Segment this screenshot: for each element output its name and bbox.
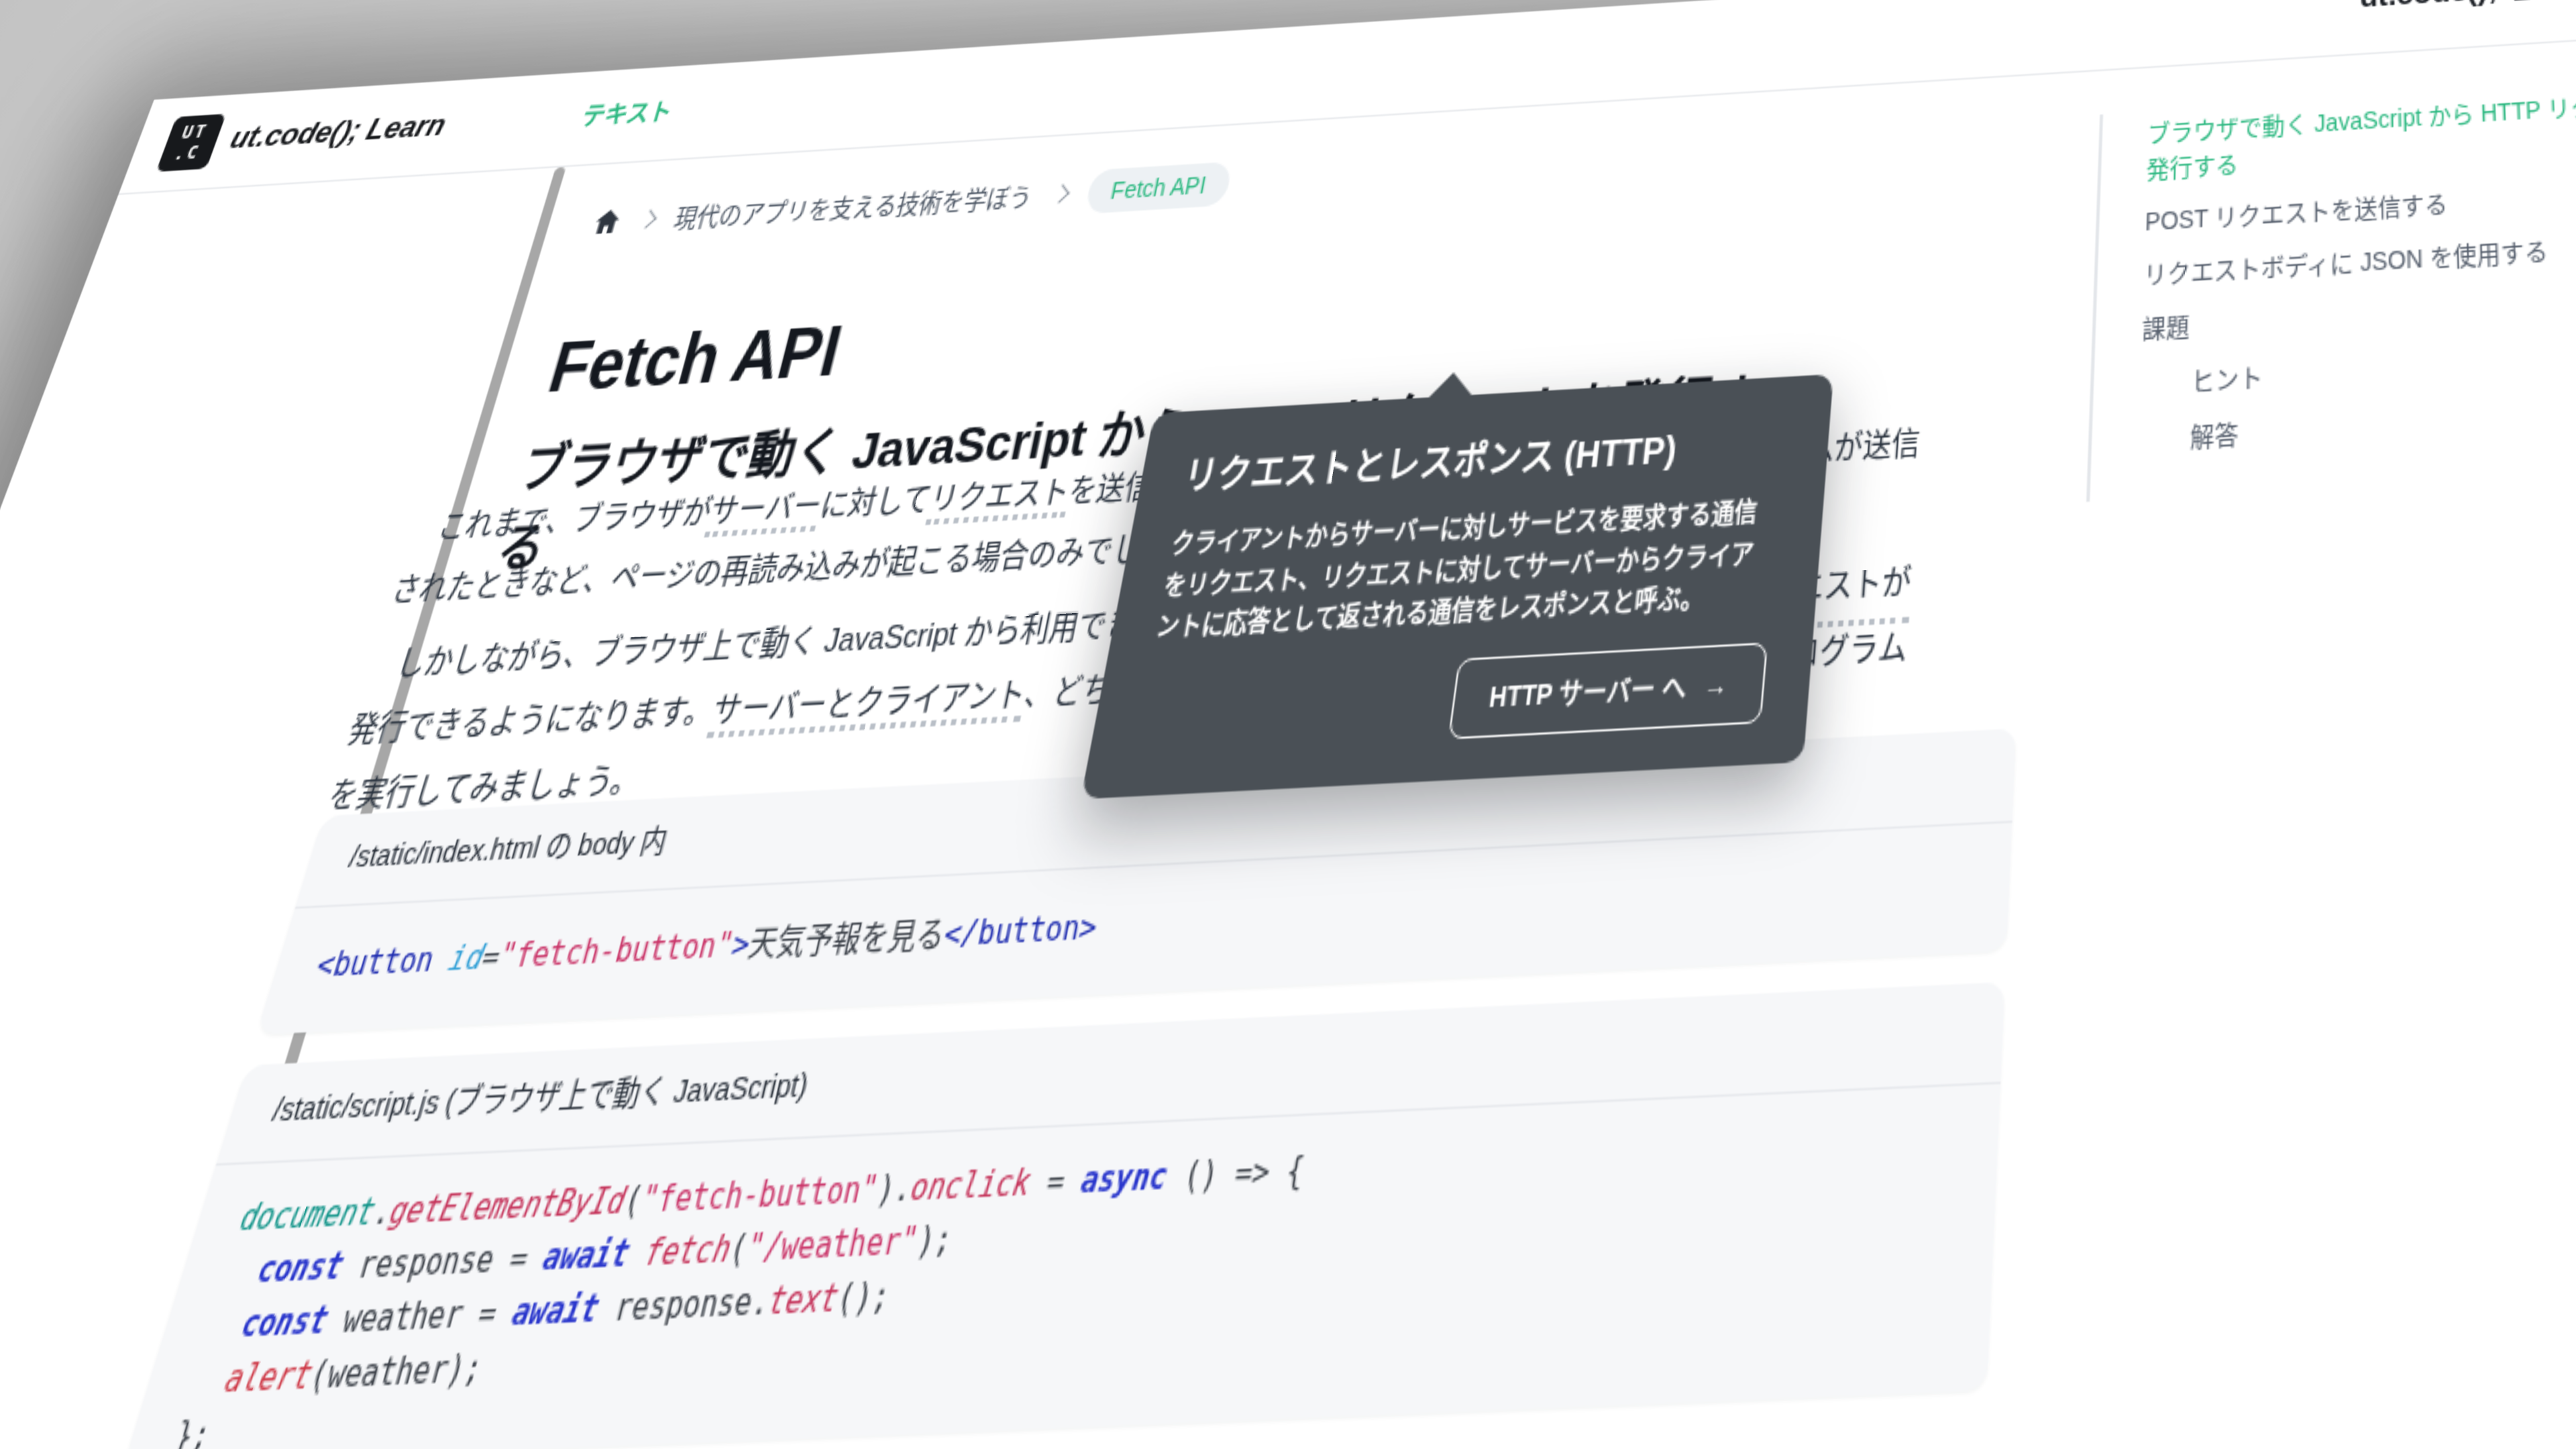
paragraph-text: に対して bbox=[816, 482, 934, 524]
code-token: "fetch-button" bbox=[494, 924, 738, 977]
toc: ブラウザで動く JavaScript から HTTP リクエストを発行するPOS… bbox=[2086, 74, 2576, 502]
http-server-button[interactable]: HTTP サーバー へ → bbox=[1448, 641, 1768, 739]
term-link[interactable]: リクエスト bbox=[925, 474, 1073, 525]
site-logo[interactable]: UT.C ut.code(); Learn bbox=[156, 99, 453, 172]
sidebar-item-label: 支える技術を bbox=[0, 1097, 113, 1142]
external-link-icon bbox=[2510, 0, 2540, 4]
chevron-down-icon bbox=[184, 1102, 211, 1136]
code-token: text bbox=[764, 1277, 842, 1324]
sidebar-item-label: ェクト bbox=[0, 965, 35, 1006]
code-token: fetch bbox=[641, 1229, 735, 1275]
tooltip-body: クライアントからサーバーに対しサービスを要求する通信をリクエスト、リクエストに対… bbox=[1152, 490, 1780, 649]
code-token: }; bbox=[169, 1413, 217, 1449]
code-token: document bbox=[235, 1192, 380, 1240]
code-token: "/weather" bbox=[743, 1220, 922, 1270]
code-token: onclick bbox=[907, 1163, 1034, 1210]
code-token: alert bbox=[220, 1354, 317, 1401]
sidebar-item-label: 繰り返し bbox=[0, 609, 78, 647]
tilted-page: UT.C ut.code(); Learn テキスト ut.code(); よう… bbox=[0, 0, 2576, 1449]
code-block-script-js: /static/script.js (ブラウザ上で動く JavaScript) … bbox=[123, 982, 2005, 1449]
code-token: "fetch-button" bbox=[637, 1169, 882, 1222]
chevron-right-icon bbox=[211, 336, 235, 363]
code-token: getElementById bbox=[385, 1181, 630, 1233]
code-token: const bbox=[236, 1299, 333, 1346]
code-token: await bbox=[539, 1233, 634, 1279]
arrow-right-icon: → bbox=[1703, 667, 1730, 701]
breadcrumb-link[interactable]: 現代のアプリを支える技術を学ぼう bbox=[671, 178, 1036, 235]
breadcrumb-separator-icon bbox=[639, 209, 657, 228]
breadcrumb-current-pill: Fetch API bbox=[1083, 162, 1233, 214]
utcode-external-link[interactable]: ut.code(); bbox=[2359, 0, 2540, 17]
term-tooltip: リクエストとレスポンス (HTTP) クライアントからサーバーに対しサービスを要… bbox=[1081, 374, 1833, 798]
home-icon[interactable] bbox=[590, 207, 625, 237]
code-token: response. bbox=[593, 1281, 774, 1331]
code-token: async bbox=[1077, 1157, 1170, 1202]
sidebar-item-label: 名関数 bbox=[0, 785, 5, 823]
utcode-link-label: ut.code(); bbox=[2359, 0, 2498, 17]
paragraph-text: 発行できるようになります。 bbox=[344, 692, 718, 749]
code-token: = bbox=[1026, 1160, 1085, 1204]
page-title: Fetch API bbox=[540, 313, 849, 409]
http-server-button-label: HTTP サーバー へ bbox=[1487, 665, 1688, 716]
breadcrumb-separator-icon bbox=[1051, 184, 1069, 203]
chevron-down-icon bbox=[274, 413, 298, 441]
code-token: response = bbox=[336, 1237, 549, 1288]
term-link[interactable]: サーバーとクライアント bbox=[706, 676, 1029, 738]
tooltip-arrow-icon bbox=[1427, 371, 1476, 399]
sidebar-item-label: クラス bbox=[0, 667, 42, 704]
sidebar-item-label: 度な CSS bbox=[0, 843, 45, 883]
code-token: (); bbox=[833, 1275, 894, 1320]
sidebar-item-label: モジュールバン bbox=[0, 1281, 167, 1330]
site-title: ut.code(); Learn bbox=[225, 109, 450, 158]
code-token: 天気予報を見る bbox=[745, 914, 949, 964]
sidebar-item-label: ブラウザの開発者ツール bbox=[23, 488, 294, 534]
sidebar-item[interactable]: ブラウザで動作するアプリを構築しよう bbox=[6, 368, 361, 494]
chevron-right-icon bbox=[203, 1023, 229, 1057]
term-link[interactable]: サーバー bbox=[704, 488, 825, 537]
tooltip-title: リクエストとレスポンス (HTTP) bbox=[1179, 423, 1682, 506]
screenshot-viewport: UT.C ut.code(); Learn テキスト ut.code(); よう… bbox=[0, 0, 2576, 1449]
sidebar-item-label: による配置 bbox=[0, 902, 64, 943]
code-token: </button> bbox=[941, 906, 1100, 955]
utcode-logo-icon: UT.C bbox=[156, 114, 226, 172]
code-token: <button bbox=[312, 938, 456, 985]
sidebar-item-label: ようこそ bbox=[82, 292, 184, 327]
code-token: await bbox=[508, 1288, 604, 1334]
sidebar-item-label: 配列 bbox=[0, 727, 9, 763]
sidebar-item-label: 定数とオブジェクトの参照 bbox=[4, 542, 301, 590]
sidebar-item-label: 新歓体験会 bbox=[68, 340, 193, 376]
sidebar-item-current[interactable] bbox=[0, 1176, 144, 1267]
code-token: () => { bbox=[1163, 1150, 1307, 1198]
breadcrumb: 現代のアプリを支える技術を学ぼう Fetch API bbox=[588, 162, 1234, 244]
toc-item-active[interactable]: ブラウザで動く JavaScript から HTTP リクエストを発行する bbox=[2146, 84, 2576, 191]
sidebar-item-label: ーが動作する仕組 bbox=[0, 1020, 196, 1067]
code-token: weather = bbox=[321, 1291, 519, 1342]
paragraph-text: これまで、ブラウザが bbox=[433, 494, 716, 545]
code-token: const bbox=[252, 1246, 348, 1291]
nav-link-text[interactable]: テキスト bbox=[578, 93, 678, 133]
code-token: (weather); bbox=[305, 1347, 488, 1398]
